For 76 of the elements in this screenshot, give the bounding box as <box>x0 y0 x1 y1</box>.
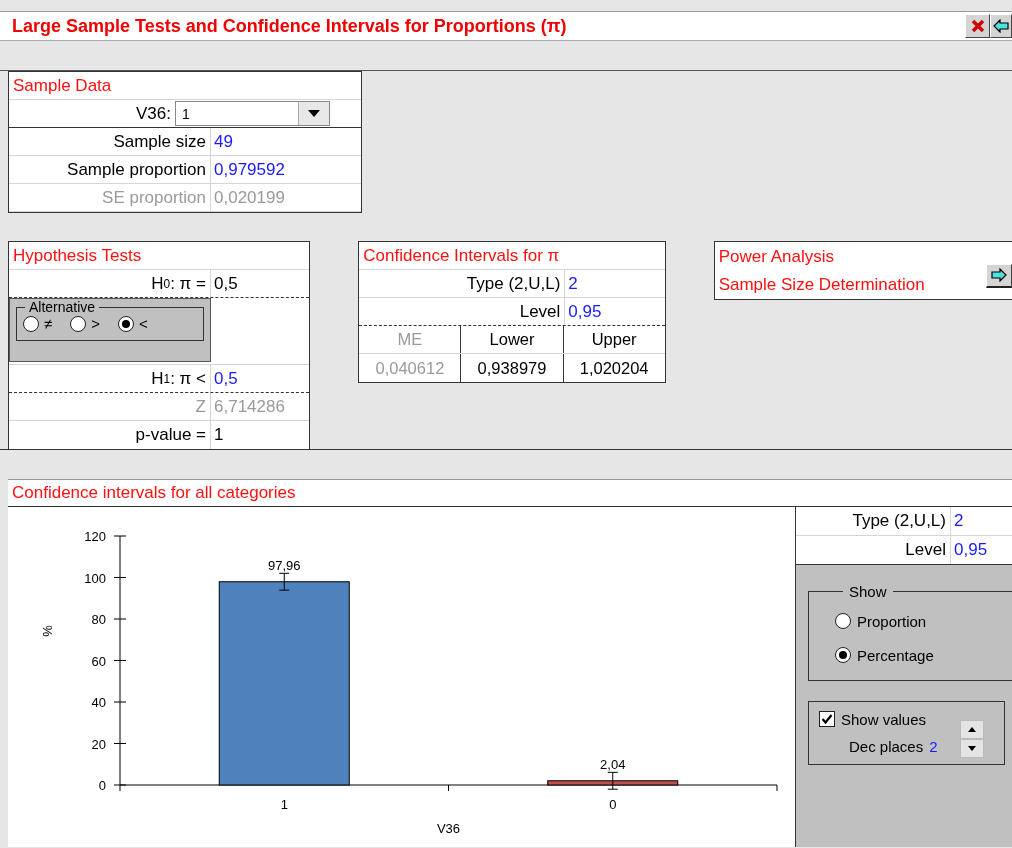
right-arrow-icon <box>991 268 1007 282</box>
value-cell-text: 0,5 <box>213 273 238 294</box>
table-cell-text: 1,020204 <box>578 357 650 379</box>
column-header: Upper <box>590 329 638 350</box>
value-cell-text: 2 <box>567 273 578 294</box>
value-cell-text: 49 <box>213 131 233 152</box>
row-label: Type (2,U,L) <box>359 270 566 297</box>
radio-button[interactable] <box>835 647 851 663</box>
option-label: Proportion <box>857 612 927 630</box>
table-cell: 0,040612 <box>359 354 462 382</box>
y-tick-label: 40 <box>91 695 106 710</box>
value-cell-text: 0,979592 <box>213 159 285 180</box>
x-tick-label: 1 <box>280 797 288 812</box>
column-header: Lower <box>461 326 564 353</box>
option-label: > <box>91 315 100 332</box>
row-label: Type (2,U,L) <box>796 507 951 535</box>
option-label: Percentage <box>857 646 934 664</box>
variable-dropdown[interactable]: 1 <box>175 101 330 126</box>
y-axis-title: % <box>40 625 55 637</box>
caret-up-icon <box>967 727 976 732</box>
spin-up-button[interactable] <box>959 720 984 739</box>
close-button[interactable] <box>965 14 990 38</box>
radio-button[interactable] <box>23 315 39 332</box>
error-bar <box>607 771 619 790</box>
x-axis-title: V36 <box>436 821 461 836</box>
value-cell-text: 1 <box>213 425 224 445</box>
link-text[interactable]: Sample Size Determination <box>718 270 925 299</box>
row-label: Level <box>359 298 566 325</box>
field-label: Dec places <box>849 737 924 755</box>
value-field: 2 <box>929 737 938 755</box>
error-bar <box>278 572 290 591</box>
group-title: Show <box>848 583 888 600</box>
row-label: Z <box>9 393 211 420</box>
y-tick-label: 80 <box>91 612 106 627</box>
option-label: < <box>139 315 148 332</box>
close-icon <box>970 19 985 33</box>
value-cell-text: 0,020199 <box>213 187 285 208</box>
option-label: Show values <box>841 710 927 728</box>
y-tick-label: 120 <box>84 529 106 544</box>
section-title: Hypothesis Tests <box>12 245 142 266</box>
value-cell-text: 6,714286 <box>213 396 285 417</box>
radio-button[interactable] <box>70 315 87 332</box>
section-title: Sample Data <box>12 75 112 96</box>
row-label: Level <box>796 536 951 564</box>
window-title: Large Sample Tests and Confidence Intervals for Proportions (π) <box>12 15 567 37</box>
row-label: Sample proportion <box>9 156 211 183</box>
arrow-button[interactable] <box>990 14 1012 38</box>
y-tick-label: 0 <box>98 778 106 793</box>
table-cell: 0,938979 <box>461 354 564 382</box>
checkbox[interactable] <box>819 711 835 727</box>
value-label: 2,04 <box>600 757 626 773</box>
caret-down-icon <box>967 746 976 751</box>
row-label: p-value = <box>9 421 211 449</box>
section-title: Confidence intervals for all categories <box>11 483 296 503</box>
value-label: 97,96 <box>268 558 301 574</box>
y-tick-label: 60 <box>91 653 106 669</box>
value-cell-text: 0,95 <box>567 301 602 322</box>
column-header: ME <box>359 326 462 353</box>
option-label: ≠ <box>44 315 53 332</box>
spin-down-button[interactable] <box>959 739 984 758</box>
radio-button[interactable] <box>118 315 134 332</box>
x-tick-label: 0 <box>609 797 617 812</box>
row-label: Sample size <box>9 128 211 155</box>
group-title: Alternative <box>28 299 97 315</box>
arrow-button[interactable] <box>986 263 1012 288</box>
value-cell-text: 0,95 <box>953 540 988 560</box>
link-text[interactable]: Power Analysis <box>718 242 925 271</box>
value-cell-text: 0,5 <box>213 368 238 389</box>
value-cell-text: 2 <box>953 511 964 531</box>
left-arrow-icon <box>993 19 1009 33</box>
row-label: SE proportion <box>9 184 211 211</box>
section-title: Confidence Intervals for π <box>362 245 560 266</box>
y-tick-label: 100 <box>84 570 106 586</box>
radio-button[interactable] <box>835 613 851 629</box>
y-tick-label: 20 <box>91 736 106 752</box>
variable-label: V36: <box>135 102 172 125</box>
